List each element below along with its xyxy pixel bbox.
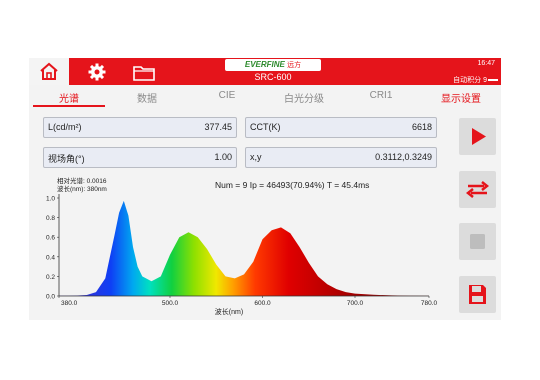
x-tick-label: 780.0 bbox=[421, 300, 438, 307]
y-tick-label: 0.2 bbox=[46, 274, 55, 281]
y-tick-label: 0.4 bbox=[46, 254, 55, 261]
continuous-button[interactable] bbox=[459, 171, 496, 208]
x-tick-label: 700.0 bbox=[347, 300, 364, 307]
stop-button[interactable] bbox=[459, 223, 496, 260]
save-button[interactable] bbox=[459, 276, 496, 313]
run-button[interactable] bbox=[459, 118, 496, 155]
spectrum-chart: 相对光谱: 0.0016 波长(nm): 380nm 1.0 0.8 0.6 0.4 0… bbox=[46, 176, 438, 316]
x-tick-label: 600.0 bbox=[254, 300, 271, 307]
y-tick-label: 0.6 bbox=[46, 235, 55, 242]
stop-icon bbox=[470, 234, 485, 249]
y-tick-label: 1.0 bbox=[46, 196, 55, 203]
cursor-readout-line2: 波长(nm): 380nm bbox=[57, 184, 107, 193]
cursor-readout-line1: 相对光谱: 0.0016 bbox=[57, 176, 107, 185]
x-tick-label: 380.0 bbox=[61, 300, 78, 307]
x-tick-label: 500.0 bbox=[162, 300, 179, 307]
instrument-screen: EVERFINE 远方 SRC-600 16:47 自动积分 9 光谱 数据 C… bbox=[29, 58, 501, 320]
y-tick-label: 0.0 bbox=[46, 294, 55, 301]
save-icon bbox=[469, 285, 486, 304]
x-axis-title: 波长(nm) bbox=[215, 307, 243, 316]
play-icon bbox=[472, 128, 486, 145]
y-tick-label: 0.8 bbox=[46, 215, 55, 222]
spectrum-curve bbox=[59, 200, 429, 296]
loop-icon bbox=[465, 181, 490, 198]
